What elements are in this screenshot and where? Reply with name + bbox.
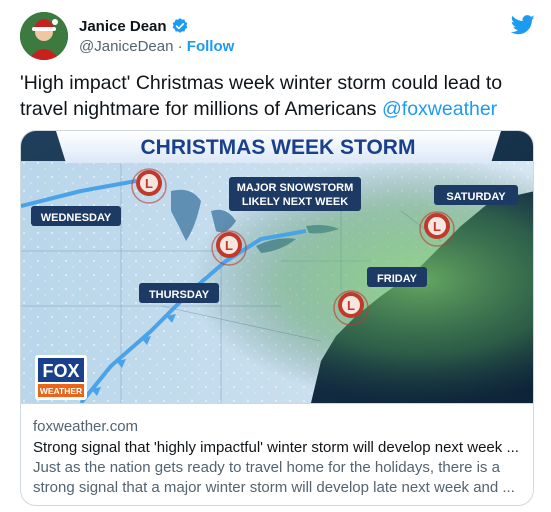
- link-card[interactable]: CHRISTMAS WEEK STORM L L L L WEDNESDAY T…: [20, 130, 534, 506]
- svg-text:MAJOR SNOWSTORM: MAJOR SNOWSTORM: [237, 182, 354, 194]
- verified-badge-icon: [171, 17, 189, 35]
- weather-map-image[interactable]: CHRISTMAS WEEK STORM L L L L WEDNESDAY T…: [21, 131, 534, 403]
- follow-button[interactable]: Follow: [187, 38, 235, 55]
- label-thursday: THURSDAY: [139, 283, 219, 303]
- map-banner-title: CHRISTMAS WEEK STORM: [141, 136, 416, 159]
- label-saturday: SATURDAY: [434, 185, 518, 205]
- svg-text:L: L: [145, 176, 153, 191]
- label-friday: FRIDAY: [367, 267, 427, 287]
- svg-text:WEDNESDAY: WEDNESDAY: [41, 212, 112, 224]
- label-wednesday: WEDNESDAY: [31, 206, 121, 226]
- mention-link[interactable]: @foxweather: [382, 98, 497, 120]
- separator: ·: [177, 38, 183, 55]
- svg-text:LIKELY NEXT WEEK: LIKELY NEXT WEEK: [242, 196, 348, 208]
- author-handle[interactable]: @JaniceDean: [79, 38, 173, 55]
- svg-text:L: L: [433, 219, 441, 234]
- tweet-text: 'High impact' Christmas week winter stor…: [20, 70, 535, 122]
- avatar[interactable]: [20, 12, 68, 60]
- svg-text:FOX: FOX: [42, 361, 79, 381]
- card-description: Just as the nation gets ready to travel …: [33, 459, 515, 496]
- fox-weather-logo: FOX WEATHER: [35, 355, 87, 400]
- svg-text:SATURDAY: SATURDAY: [446, 191, 506, 203]
- card-title[interactable]: Strong signal that 'highly impactful' wi…: [33, 438, 523, 458]
- author-handle-line: @JaniceDean · Follow: [79, 38, 234, 55]
- label-major-snowstorm: MAJOR SNOWSTORM LIKELY NEXT WEEK: [229, 177, 361, 211]
- card-domain: foxweather.com: [33, 418, 139, 435]
- svg-text:L: L: [225, 238, 233, 253]
- svg-text:FRIDAY: FRIDAY: [377, 273, 418, 285]
- author-name[interactable]: Janice Dean: [79, 17, 189, 35]
- author-name-text[interactable]: Janice Dean: [79, 18, 167, 35]
- svg-text:THURSDAY: THURSDAY: [149, 289, 210, 301]
- svg-text:L: L: [347, 298, 355, 313]
- card-body[interactable]: foxweather.com Strong signal that 'highl…: [21, 403, 533, 505]
- twitter-bird-icon[interactable]: [510, 14, 535, 36]
- tweet-header: Janice Dean @JaniceDean · Follow: [20, 12, 535, 60]
- svg-text:WEATHER: WEATHER: [40, 386, 82, 396]
